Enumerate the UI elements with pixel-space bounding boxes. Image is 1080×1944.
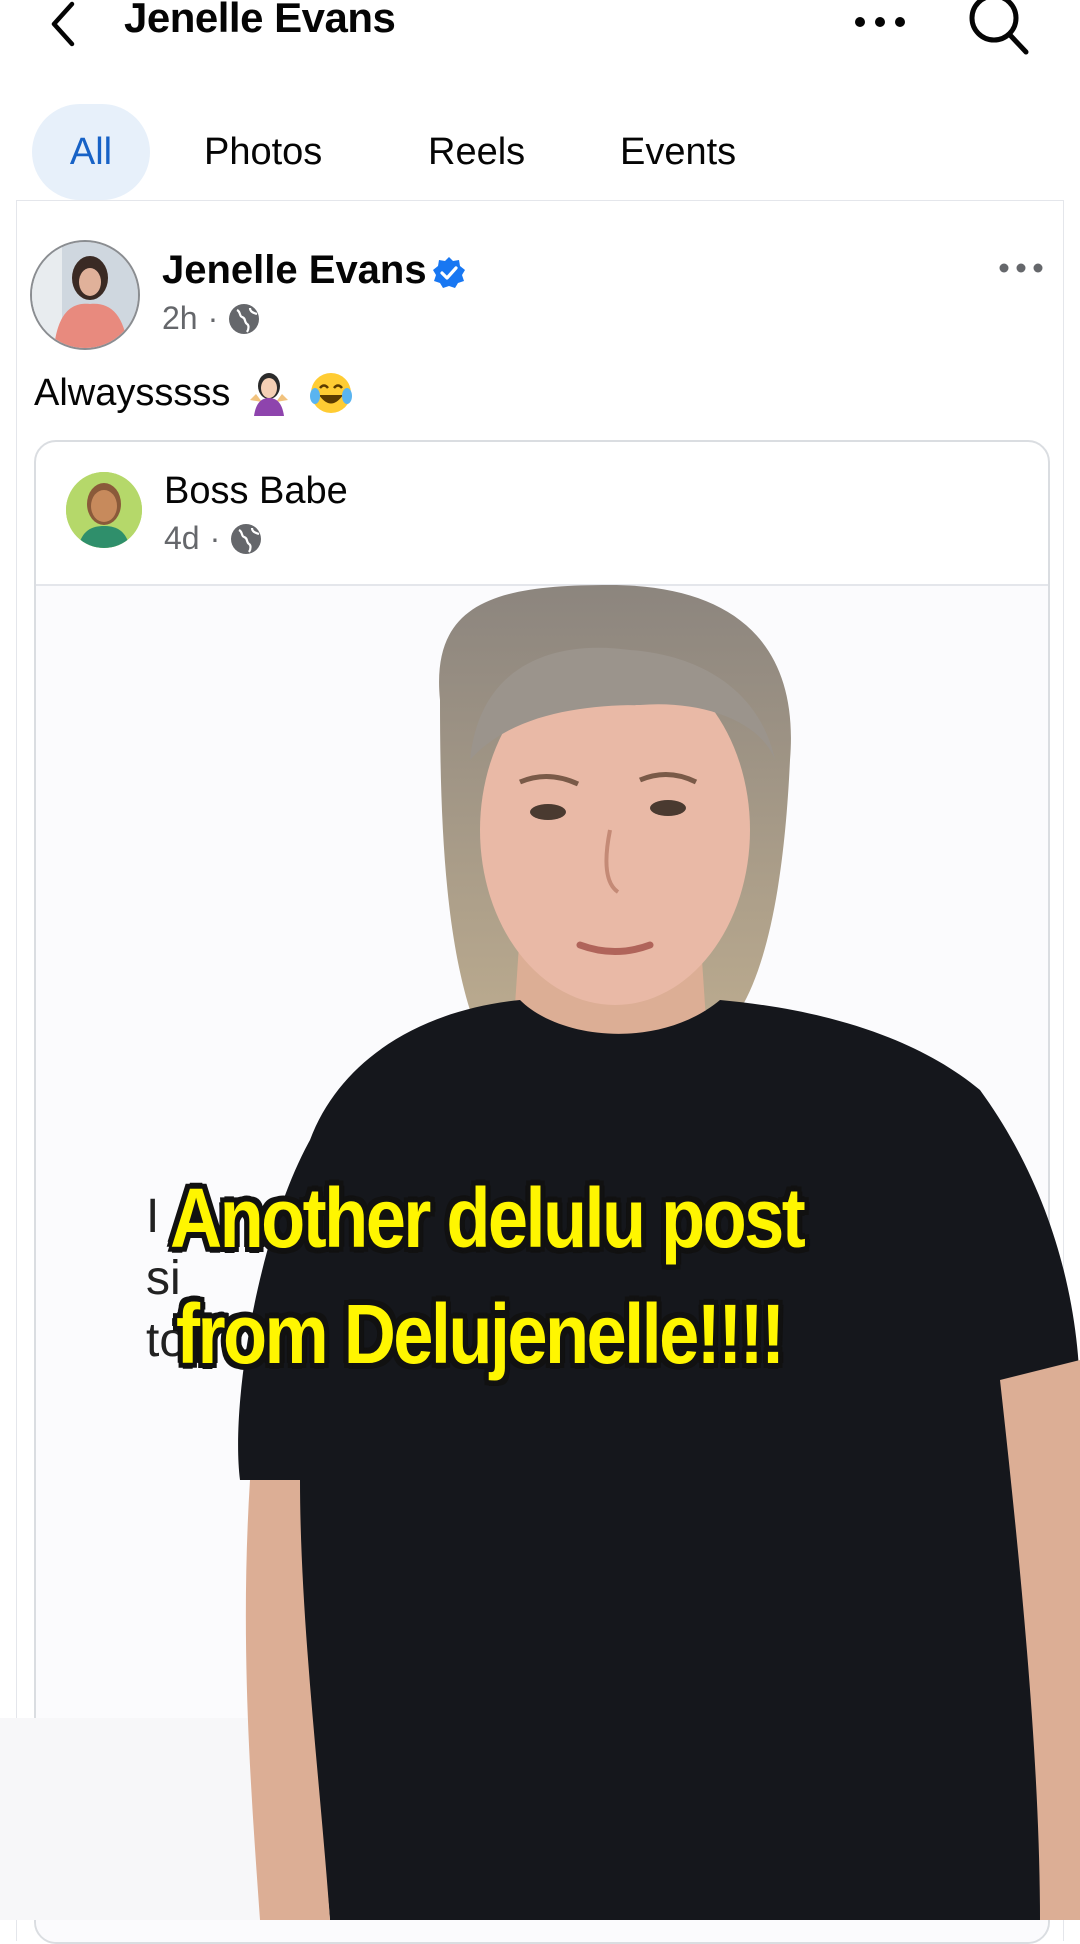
page-title: Jenelle Evans [124,0,396,41]
tab-reels[interactable]: Reels [428,104,525,200]
post-text-body: Alwaysssss [34,371,231,414]
author-avatar[interactable] [30,240,140,350]
search-icon[interactable] [966,0,1032,58]
post-meta: 2h · [162,300,260,337]
post-time: 2h [162,300,198,336]
shared-author-name[interactable]: Boss Babe [164,470,348,513]
shared-author-avatar[interactable] [66,472,142,548]
caption-line-2: from Delujenelle!!!! [176,1287,785,1381]
tab-all[interactable]: All [32,104,150,200]
more-dots-icon[interactable] [852,12,908,32]
caption-line-1: Another delulu post [170,1171,806,1265]
verified-badge-icon [433,257,465,288]
video-caption: Another delulu post from Delujenelle!!!! [170,1160,910,1392]
shared-time: 4d [164,520,200,556]
meta-separator: · [209,520,221,556]
bottom-background-strip [0,1718,1080,1920]
post-text: Alwaysssss [34,370,354,416]
meta-separator: · [207,300,219,336]
shared-meta: 4d · [164,520,262,557]
tab-photos[interactable]: Photos [204,104,322,200]
post-more-dots-icon[interactable] [998,260,1044,276]
globe-icon [231,523,262,554]
post-author-name[interactable]: Jenelle Evans [162,248,427,293]
woman-shrugging-emoji-icon [250,373,289,416]
back-chevron-icon[interactable] [44,0,84,52]
tears-of-joy-emoji-icon [310,373,353,413]
globe-icon [229,303,260,334]
tab-events[interactable]: Events [620,104,736,200]
top-bar: Jenelle Evans [0,0,1080,70]
